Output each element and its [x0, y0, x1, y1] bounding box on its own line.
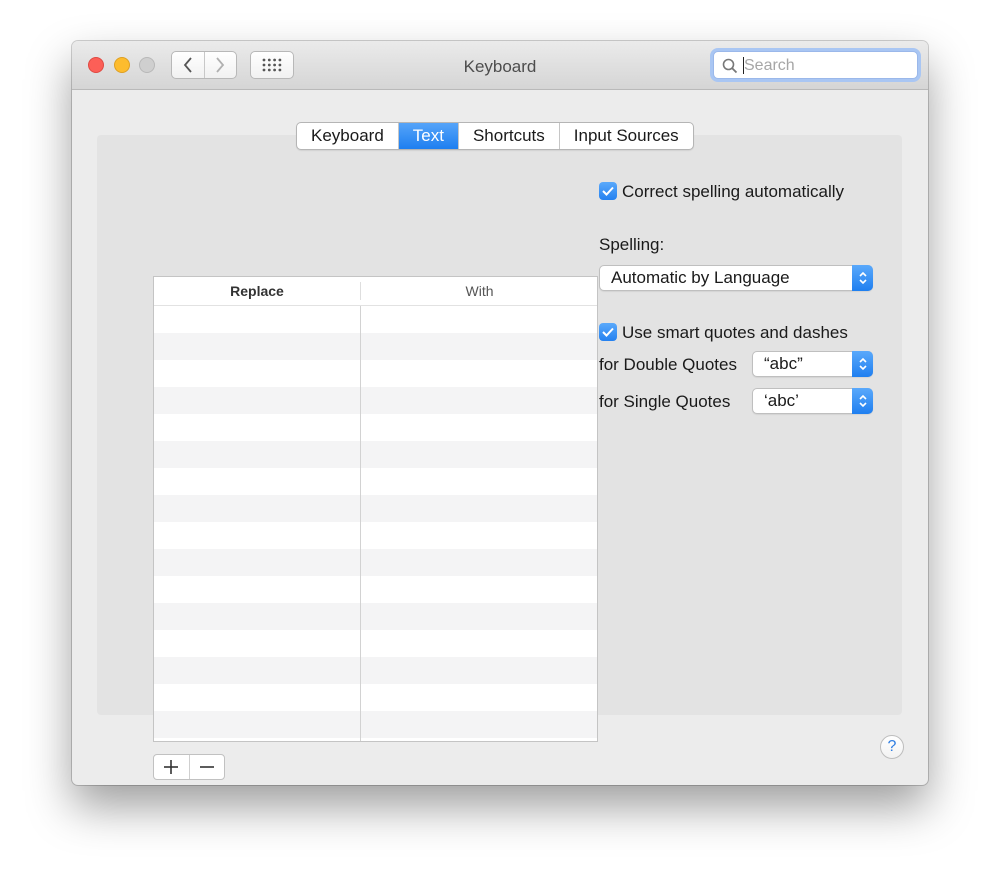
add-button[interactable]	[154, 755, 189, 779]
table-row	[154, 576, 597, 603]
preferences-window: Keyboard Replace With	[72, 41, 928, 785]
double-quotes-popup[interactable]: “abc”	[752, 351, 873, 377]
tab-input-sources[interactable]: Input Sources	[560, 123, 693, 149]
column-header-replace[interactable]: Replace	[154, 277, 360, 305]
table-row	[154, 306, 597, 333]
search-icon	[722, 58, 738, 74]
table-row	[154, 360, 597, 387]
column-header-with[interactable]: With	[361, 277, 597, 305]
table-row	[154, 603, 597, 630]
single-quotes-value: ‘abc’	[764, 391, 799, 410]
search-field[interactable]	[713, 51, 918, 79]
tab-text[interactable]: Text	[398, 123, 459, 149]
spelling-label: Spelling:	[599, 235, 665, 254]
content-panel: Replace With Correct spelling automatica…	[97, 135, 902, 780]
table-body	[154, 306, 597, 741]
remove-button[interactable]	[188, 755, 225, 779]
text-replacement-table[interactable]: Replace With	[153, 276, 598, 742]
single-quotes-popup-arrows	[852, 388, 873, 414]
minus-icon	[199, 766, 214, 768]
single-quotes-popup[interactable]: ‘abc’	[752, 388, 873, 414]
column-divider	[360, 306, 361, 741]
tab-bar: Keyboard Text Shortcuts Input Sources	[296, 122, 694, 150]
correct-spelling-label[interactable]: Correct spelling automatically	[622, 182, 844, 202]
table-row	[154, 738, 597, 741]
table-row	[154, 711, 597, 738]
single-quotes-label: for Single Quotes	[599, 392, 731, 411]
table-row	[154, 495, 597, 522]
tab-shortcuts[interactable]: Shortcuts	[459, 123, 560, 149]
checkmark-icon	[602, 327, 614, 337]
up-down-chevron-icon	[858, 394, 867, 408]
table-row	[154, 684, 597, 711]
table-row	[154, 657, 597, 684]
smart-quotes-label[interactable]: Use smart quotes and dashes	[622, 323, 848, 343]
plus-icon	[164, 760, 179, 774]
correct-spelling-checkbox[interactable]	[599, 182, 617, 200]
spelling-language-popup[interactable]: Automatic by Language	[599, 265, 873, 291]
table-row	[154, 468, 597, 495]
double-quotes-label: for Double Quotes	[599, 355, 737, 374]
checkmark-icon	[602, 186, 614, 196]
table-row	[154, 387, 597, 414]
table-row	[154, 522, 597, 549]
table-row	[154, 333, 597, 360]
up-down-chevron-icon	[858, 271, 867, 285]
table-header: Replace With	[154, 277, 597, 306]
title-bar: Keyboard	[72, 41, 928, 90]
smart-quotes-checkbox[interactable]	[599, 323, 617, 341]
table-row	[154, 414, 597, 441]
tab-keyboard[interactable]: Keyboard	[297, 123, 399, 149]
spelling-language-value: Automatic by Language	[611, 268, 790, 287]
spelling-popup-arrows	[852, 265, 873, 291]
table-row	[154, 441, 597, 468]
double-quotes-popup-arrows	[852, 351, 873, 377]
table-row	[154, 630, 597, 657]
table-edit-buttons	[153, 754, 225, 780]
search-input[interactable]	[744, 55, 909, 77]
help-button[interactable]: ?	[880, 735, 904, 759]
double-quotes-value: “abc”	[764, 354, 803, 373]
table-row	[154, 549, 597, 576]
up-down-chevron-icon	[858, 357, 867, 371]
